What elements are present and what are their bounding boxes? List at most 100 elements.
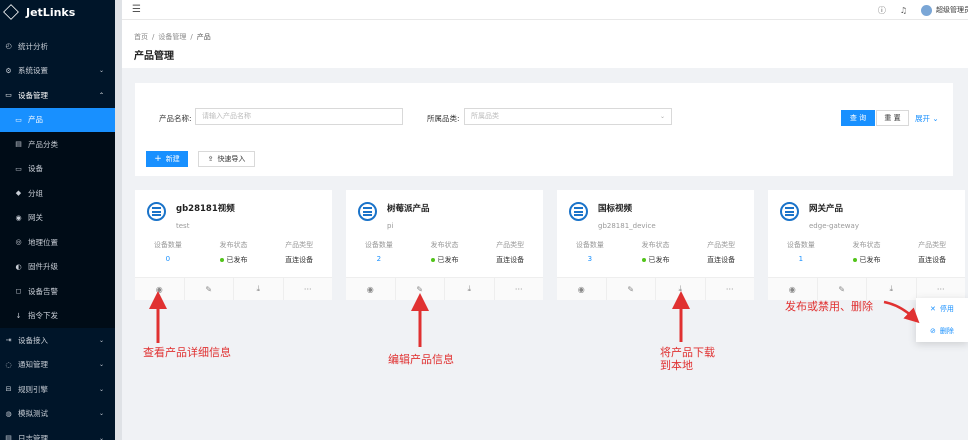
view-action[interactable]: ◉ <box>135 278 185 300</box>
product-id: pi <box>387 222 394 230</box>
download-icon: ⤓ <box>467 284 472 293</box>
bell-icon[interactable]: ♫ <box>900 6 907 15</box>
annotation-arrow-publish <box>883 300 920 324</box>
product-name-label: 产品名称: <box>159 114 192 123</box>
status-text: 已发布 <box>648 256 670 264</box>
expand-link[interactable]: 展开 ⌄ <box>915 113 939 124</box>
sidebar-item[interactable]: ◌ 通知管理 ⌄ <box>0 353 115 378</box>
view-action[interactable]: ◉ <box>557 278 607 300</box>
page-title: 产品管理 <box>134 51 174 62</box>
product-card[interactable]: 网关产品 edge-gateway 设备数量 1 发布状态 已发布 产品类型 直连设备 ◉ ✎ ⤓ ·… <box>768 190 965 300</box>
alarm-icon: ◻ <box>15 287 22 296</box>
sidebar-item[interactable]: ⇥ 设备接入 ⌄ <box>0 328 115 353</box>
stat-label: 设备数量 <box>575 241 604 249</box>
import-button[interactable]: ⇪ 快速导入 <box>198 151 255 167</box>
new-button[interactable]: + 新建 <box>146 151 188 167</box>
edit-action[interactable]: ✎ <box>396 278 445 300</box>
query-button[interactable]: 查 询 <box>841 110 875 126</box>
edit-action[interactable]: ✎ <box>607 278 656 300</box>
product-name: 树莓派产品 <box>387 204 430 214</box>
download-action[interactable]: ⤓ <box>656 278 706 300</box>
close-icon: ✕ <box>930 305 936 313</box>
product-stats: 设备数量 0 发布状态 已发布 产品类型 直连设备 <box>135 240 332 265</box>
product-name: 网关产品 <box>809 204 844 214</box>
publish-status-value: 已发布 <box>623 255 689 265</box>
product-card[interactable]: 国标视频 gb28181_device 设备数量 3 发布状态 已发布 产品类型 直连设备 ◉ ✎… <box>557 190 754 300</box>
logo-text: JetLinks <box>26 5 76 19</box>
avatar[interactable] <box>921 4 932 16</box>
sidebar-item[interactable]: ◴ 统计分析 <box>0 34 115 59</box>
more-action[interactable]: ··· <box>284 278 333 300</box>
breadcrumb-home[interactable]: 首页 <box>134 33 148 41</box>
sidebar-item-label: 日志管理 <box>18 433 48 440</box>
product-database-icon <box>358 202 377 221</box>
new-button-label: 新建 <box>165 155 180 163</box>
product-name: gb28181视频 <box>176 204 235 214</box>
more-action[interactable]: ··· <box>495 278 544 300</box>
stat-publish-status: 发布状态 已发布 <box>623 240 689 265</box>
breadcrumb-device-management[interactable]: 设备管理 <box>158 33 186 41</box>
breadcrumb-current: 产品 <box>196 33 211 41</box>
product-id: gb28181_device <box>598 222 656 230</box>
sidebar-item[interactable]: ▤ 产品分类 <box>0 132 115 157</box>
logo[interactable]: JetLinks <box>0 0 115 24</box>
stat-product-type: 产品类型 直连设备 <box>899 240 965 265</box>
card-actions: ◉ ✎ ⤓ ··· <box>135 277 332 300</box>
product-stats: 设备数量 1 发布状态 已发布 产品类型 直连设备 <box>768 240 965 265</box>
download-action[interactable]: ⤓ <box>445 278 495 300</box>
sidebar-item[interactable]: ▭ 设备管理 ⌃ <box>0 83 115 108</box>
import-button-label: 快速导入 <box>217 155 246 163</box>
stat-device-count: 设备数量 0 <box>135 240 201 265</box>
status-text: 已发布 <box>859 256 881 264</box>
breadcrumb-separator: / <box>190 33 193 41</box>
edit-icon: ✎ <box>416 284 424 294</box>
edit-action[interactable]: ✎ <box>818 278 867 300</box>
view-action[interactable]: ◉ <box>346 278 396 300</box>
stat-label: 产品类型 <box>285 241 314 249</box>
device-count-value[interactable]: 1 <box>768 255 834 263</box>
sidebar-item[interactable]: ◻ 设备告警 <box>0 279 115 304</box>
sidebar-item[interactable]: ⊟ 规则引擎 ⌄ <box>0 377 115 402</box>
status-dot <box>852 258 857 262</box>
sidebar-item-label: 指令下发 <box>28 311 58 321</box>
sidebar-item[interactable]: ◐ 固件升级 <box>0 254 115 279</box>
device-count-value[interactable]: 0 <box>135 255 201 263</box>
menu-fold-icon[interactable]: ☰ <box>132 4 141 15</box>
sidebar-item[interactable]: ◆ 分组 <box>0 181 115 206</box>
category-select[interactable]: 所属品类 ⌄ <box>464 108 672 125</box>
download-action[interactable]: ⤓ <box>234 278 284 300</box>
stat-publish-status: 发布状态 已发布 <box>834 240 900 265</box>
sidebar-item[interactable]: ◉ 网关 <box>0 205 115 230</box>
stat-device-count: 设备数量 2 <box>346 240 412 265</box>
reset-button[interactable]: 重 置 <box>876 110 909 126</box>
sidebar-item[interactable]: ▭ 产品 <box>0 107 115 132</box>
more-action[interactable]: ··· <box>706 278 755 300</box>
edit-icon: ✎ <box>205 284 213 294</box>
disable-menu-item[interactable]: ✕ 停用 <box>916 298 968 320</box>
download-action[interactable]: ⤓ <box>867 278 917 300</box>
more-action[interactable]: ··· <box>917 278 966 300</box>
card-actions: ◉ ✎ ⤓ ··· <box>768 277 965 300</box>
view-action[interactable]: ◉ <box>768 278 818 300</box>
product-card[interactable]: 树莓派产品 pi 设备数量 2 发布状态 已发布 产品类型 直连设备 ◉ ✎ ⤓ ··· <box>346 190 543 300</box>
device-count-value[interactable]: 2 <box>346 255 412 263</box>
product-name-input[interactable]: 请输入产品名称 <box>195 108 403 125</box>
product-database-icon <box>147 202 166 221</box>
sidebar-item[interactable]: ↓ 指令下发 <box>0 303 115 328</box>
product-type-value: 直连设备 <box>918 256 947 264</box>
download-icon: ⤓ <box>678 284 683 293</box>
sidebar-item[interactable]: ◍ 模拟测试 ⌄ <box>0 402 115 427</box>
ellipsis-icon: ··· <box>936 284 945 294</box>
sidebar-item[interactable]: ⚙ 系统设置 ⌄ <box>0 59 115 84</box>
edit-action[interactable]: ✎ <box>185 278 234 300</box>
sidebar-item[interactable]: ◎ 地理位置 <box>0 230 115 255</box>
username[interactable]: 超级管理员 <box>936 5 968 15</box>
sidebar-item[interactable]: ▭ 设备 <box>0 156 115 181</box>
delete-menu-item[interactable]: ⊘ 删除 <box>916 320 968 342</box>
help-icon[interactable]: ⓘ <box>878 5 886 16</box>
device-count-value[interactable]: 3 <box>557 255 623 263</box>
sidebar-scrollbar[interactable] <box>115 0 122 440</box>
annotation-download-line2: 到本地 <box>660 359 693 372</box>
product-card[interactable]: gb28181视频 test 设备数量 0 发布状态 已发布 产品类型 直连设备 ◉ ✎ ⤓ ··· <box>135 190 332 300</box>
sidebar-item[interactable]: ▤ 日志管理 ⌄ <box>0 426 115 440</box>
